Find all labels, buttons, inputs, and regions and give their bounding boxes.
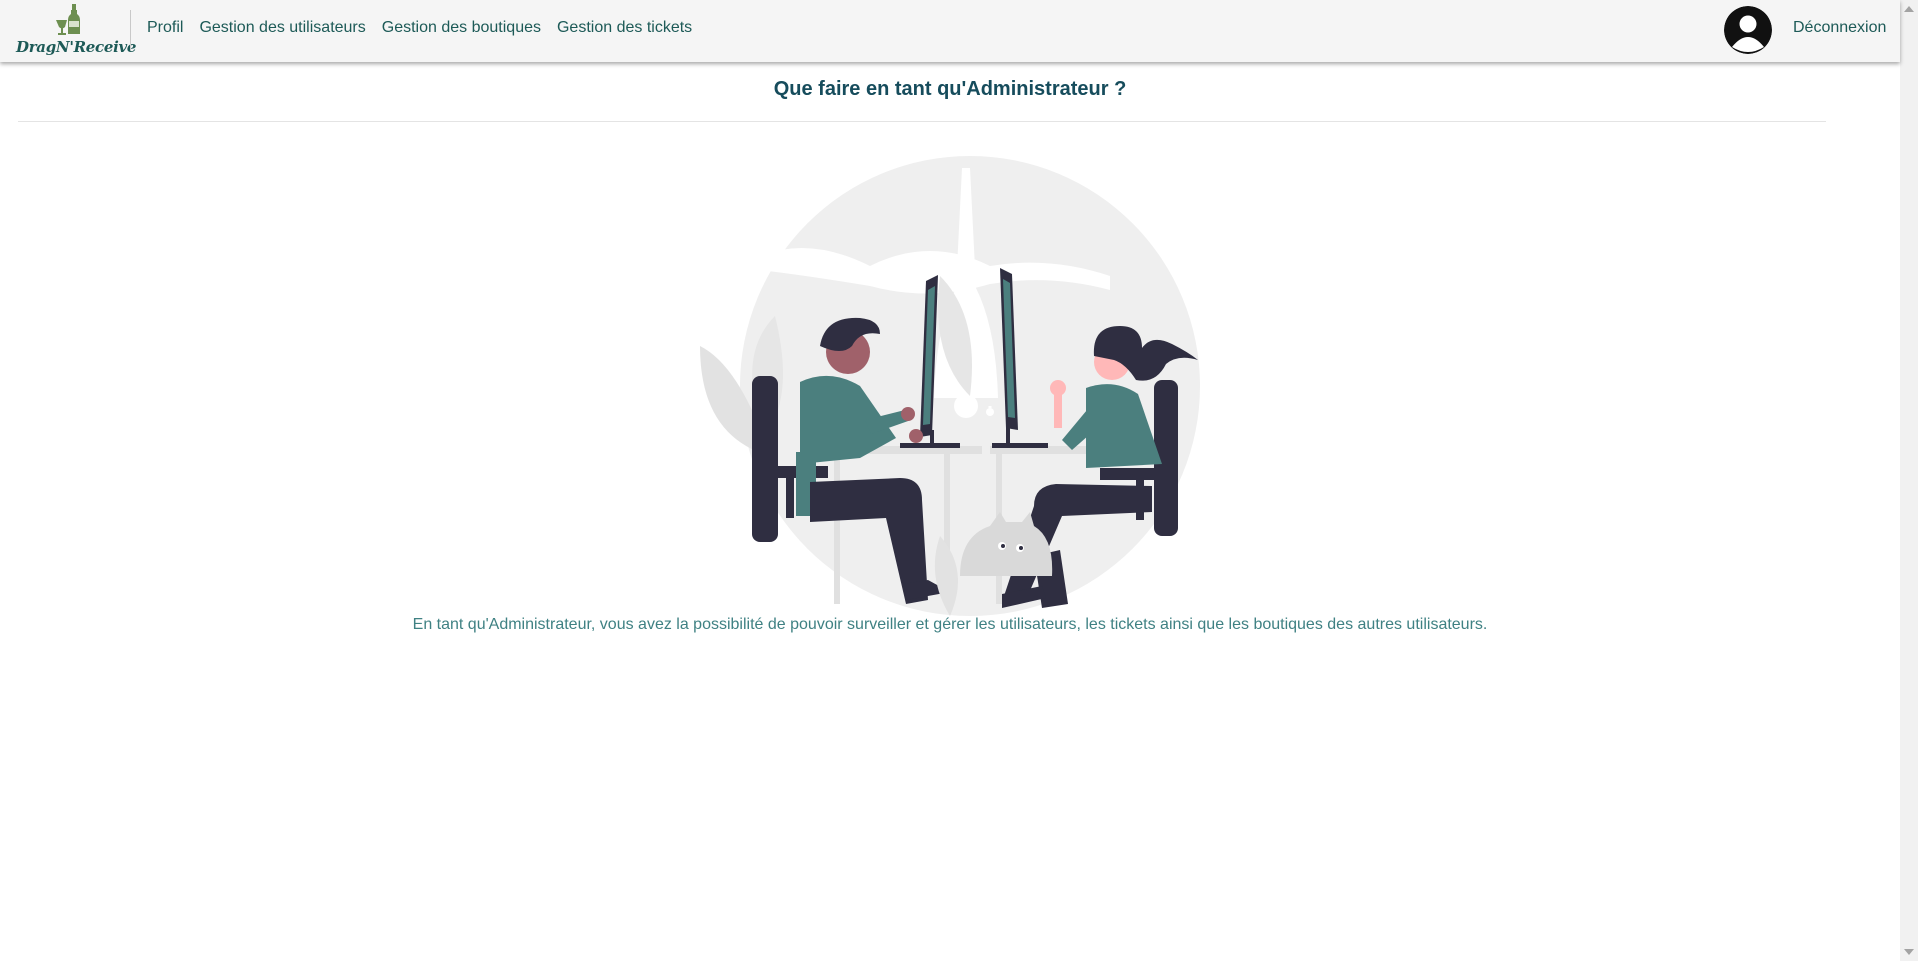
vertical-scrollbar[interactable] <box>1900 0 1918 961</box>
nav-links: Profil Gestion des utilisateurs Gestion … <box>147 19 692 37</box>
nav-link-gestion-utilisateurs[interactable]: Gestion des utilisateurs <box>199 19 365 37</box>
scroll-down-arrow-icon[interactable] <box>1904 949 1914 955</box>
logout-link[interactable]: Déconnexion <box>1793 19 1886 37</box>
page-title: Que faire en tant qu'Administrateur ? <box>773 78 1127 100</box>
brand-name: DragN'Receive <box>16 38 137 56</box>
brand-logo[interactable]: DragN'Receive <box>12 2 136 60</box>
description-text: En tant qu'Administrateur, vous avez la … <box>412 616 1488 633</box>
nav-link-gestion-boutiques[interactable]: Gestion des boutiques <box>382 19 541 37</box>
people-working-at-computers-illustration <box>700 156 1200 616</box>
nav-link-profil[interactable]: Profil <box>147 19 183 37</box>
title-divider <box>18 121 1826 122</box>
navbar: DragN'Receive Profil Gestion des utilisa… <box>0 0 1900 62</box>
user-avatar-icon[interactable] <box>1724 6 1772 54</box>
bottle-and-glass-icon <box>56 4 80 35</box>
scroll-up-arrow-icon[interactable] <box>1904 6 1914 12</box>
nav-link-gestion-tickets[interactable]: Gestion des tickets <box>557 19 692 37</box>
nav-divider <box>130 10 131 50</box>
